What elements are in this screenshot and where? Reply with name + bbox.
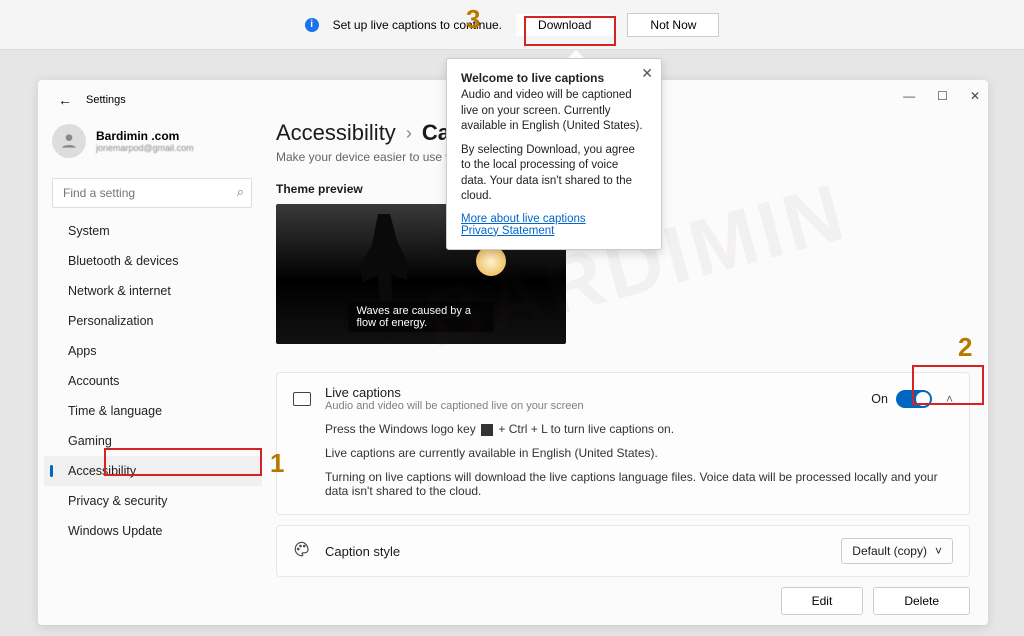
- caption-style-card: Caption style Default (copy) ˅: [276, 525, 970, 577]
- sidebar-item-apps[interactable]: Apps: [44, 336, 262, 366]
- notification-bar: i Set up live captions to continue. Down…: [0, 0, 1024, 50]
- live-captions-sub: Audio and video will be captioned live o…: [325, 400, 871, 412]
- annotation-3: 3: [466, 4, 480, 35]
- popup-p2: By selecting Download, you agree to the …: [461, 143, 647, 205]
- live-captions-popup: ✕ Welcome to live captions Audio and vid…: [446, 58, 662, 250]
- caption-style-buttons: Edit Delete: [276, 587, 970, 615]
- sidebar-item-privacy-security[interactable]: Privacy & security: [44, 486, 262, 516]
- sidebar-item-windows-update[interactable]: Windows Update: [44, 516, 262, 546]
- search-icon[interactable]: ⌕: [237, 184, 244, 200]
- tooltip-arrow: [568, 50, 584, 58]
- annotation-box-1: [104, 448, 262, 476]
- window-title: Settings: [86, 94, 126, 106]
- annotation-box-2: [912, 365, 984, 405]
- sidebar: Bardimin .com jonemarpod@gmail.com ⌕ Sys…: [38, 112, 262, 625]
- popup-link-more[interactable]: More about live captions: [461, 213, 647, 225]
- annotation-2: 2: [958, 332, 972, 363]
- user-name: Bardimin .com: [96, 129, 194, 143]
- close-window-icon[interactable]: ✕: [970, 89, 980, 103]
- edit-button[interactable]: Edit: [781, 587, 864, 615]
- back-icon[interactable]: ←: [58, 92, 72, 108]
- live-captions-header[interactable]: Live captions Audio and video will be ca…: [293, 385, 953, 412]
- sidebar-item-network-internet[interactable]: Network & internet: [44, 276, 262, 306]
- preview-caption: Waves are caused by a flow of energy.: [349, 302, 494, 332]
- caption-style-label: Caption style: [325, 544, 841, 559]
- live-captions-title: Live captions: [325, 385, 871, 400]
- sidebar-item-bluetooth-devices[interactable]: Bluetooth & devices: [44, 246, 262, 276]
- popup-link-privacy[interactable]: Privacy Statement: [461, 225, 647, 237]
- user-email: jonemarpod@gmail.com: [96, 143, 194, 153]
- lc-line2: Live captions are currently available in…: [325, 446, 953, 460]
- titlebar-left: ← Settings: [58, 92, 126, 108]
- annotation-1: 1: [270, 448, 284, 479]
- sidebar-item-accounts[interactable]: Accounts: [44, 366, 262, 396]
- search-input[interactable]: [52, 178, 252, 208]
- info-icon: i: [305, 18, 319, 32]
- windows-key-icon: [481, 424, 493, 436]
- nav-list: SystemBluetooth & devicesNetwork & inter…: [44, 216, 262, 546]
- palette-icon: [293, 540, 311, 563]
- sidebar-item-personalization[interactable]: Personalization: [44, 306, 262, 336]
- delete-button[interactable]: Delete: [873, 587, 970, 615]
- not-now-button[interactable]: Not Now: [627, 13, 719, 37]
- captions-icon: [293, 392, 311, 406]
- breadcrumb-sep: ›: [406, 123, 412, 144]
- search-wrap: ⌕: [52, 178, 252, 208]
- preview-sun: [476, 246, 506, 276]
- live-captions-card: Live captions Audio and video will be ca…: [276, 372, 970, 515]
- minimize-icon[interactable]: —: [903, 89, 915, 103]
- user-profile[interactable]: Bardimin .com jonemarpod@gmail.com: [44, 118, 262, 162]
- popup-title: Welcome to live captions: [461, 71, 647, 85]
- caption-style-dropdown[interactable]: Default (copy) ˅: [841, 538, 953, 564]
- dropdown-value: Default (copy): [852, 544, 927, 558]
- avatar-icon: [52, 124, 86, 158]
- lc-line1: Press the Windows logo key + Ctrl + L to…: [325, 422, 953, 436]
- sidebar-item-time-language[interactable]: Time & language: [44, 396, 262, 426]
- close-icon[interactable]: ✕: [641, 65, 653, 82]
- chevron-down-icon: ˅: [935, 544, 942, 558]
- toggle-state: On: [871, 392, 888, 406]
- breadcrumb-root[interactable]: Accessibility: [276, 120, 396, 146]
- lc-line3: Turning on live captions will download t…: [325, 470, 953, 498]
- popup-p1: Audio and video will be captioned live o…: [461, 88, 647, 135]
- maximize-icon[interactable]: ☐: [937, 89, 948, 103]
- annotation-box-3: [524, 16, 616, 46]
- sidebar-item-system[interactable]: System: [44, 216, 262, 246]
